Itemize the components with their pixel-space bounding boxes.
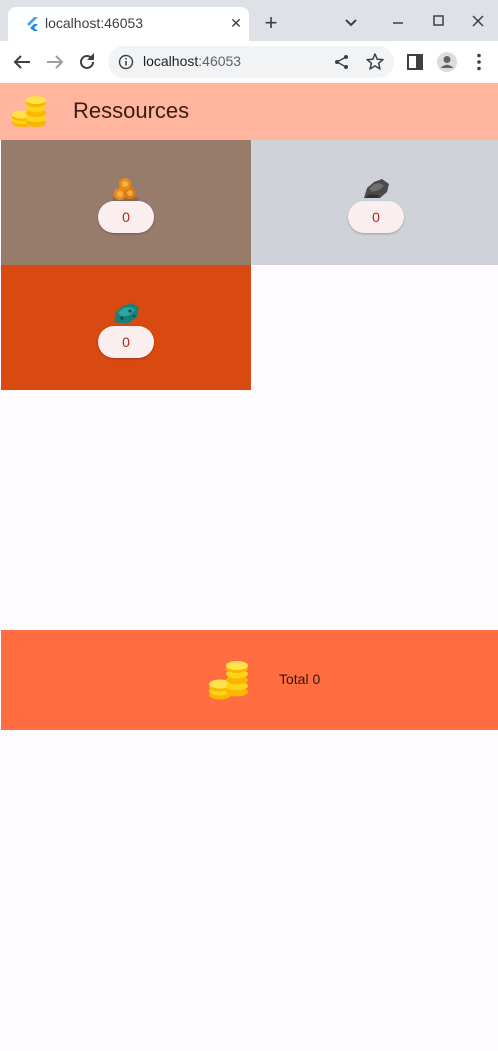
reload-icon[interactable] (75, 50, 99, 74)
resource-count-stone[interactable]: 0 (348, 201, 404, 233)
close-window-icon[interactable] (466, 10, 490, 34)
browser-toolbar: localhost:46053 (0, 41, 498, 84)
maximize-icon[interactable] (426, 10, 450, 34)
more-menu-icon[interactable] (467, 50, 491, 74)
browser-tab-strip: localhost:46053 ✕ + (0, 0, 498, 41)
coins-icon (12, 96, 46, 127)
app-title: Ressources (73, 98, 190, 123)
site-info-icon[interactable] (118, 54, 134, 70)
app-bar: Ressources (0, 83, 498, 140)
browser-tab[interactable]: localhost:46053 ✕ (8, 7, 249, 41)
stone-icon (364, 179, 389, 198)
share-icon[interactable] (333, 53, 351, 71)
bookmark-star-icon[interactable] (365, 52, 385, 72)
resource-count-wood[interactable]: 0 (98, 201, 154, 233)
tab-close-icon[interactable]: ✕ (226, 13, 246, 33)
url-text[interactable]: localhost:46053 (143, 53, 241, 69)
url-host: localhost (143, 53, 199, 69)
back-arrow-icon[interactable] (10, 50, 34, 74)
total-label: Total 0 (279, 671, 321, 687)
total-bar: Total 0 (1, 630, 498, 730)
resource-tile-stone[interactable]: 0 (251, 140, 498, 265)
resource-tile-ore[interactable]: 0 (1, 265, 251, 390)
tab-search-chevron-icon[interactable] (339, 10, 363, 34)
flutter-icon (27, 17, 38, 31)
profile-avatar-icon[interactable] (435, 50, 459, 74)
forward-arrow-icon[interactable] (43, 50, 67, 74)
teal-ore-icon (114, 303, 139, 324)
wood-logs-icon (112, 178, 140, 202)
coins-icon (209, 661, 248, 700)
minimize-icon[interactable] (386, 10, 410, 34)
side-panel-icon[interactable] (403, 50, 427, 74)
resource-tile-wood[interactable]: 0 (1, 140, 251, 265)
new-tab-button[interactable]: + (259, 12, 283, 36)
tab-title: localhost:46053 (45, 15, 144, 31)
url-port: :46053 (198, 53, 242, 69)
address-bar[interactable]: localhost:46053 (108, 46, 394, 78)
resource-count-ore[interactable]: 0 (98, 326, 154, 358)
